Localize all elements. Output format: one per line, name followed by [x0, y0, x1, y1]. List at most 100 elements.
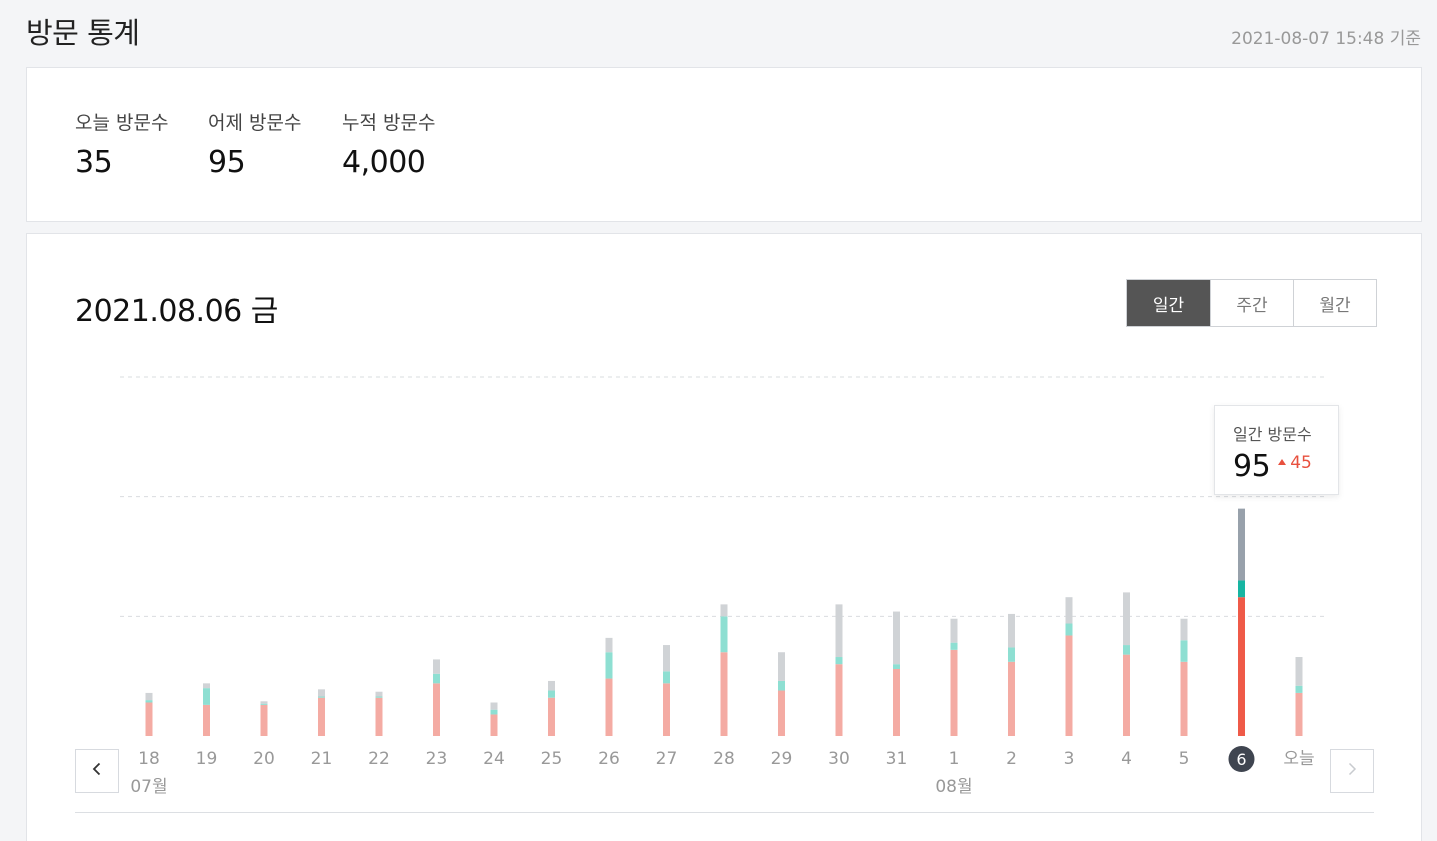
bar-segment-red: [1065, 635, 1073, 736]
bar-segment-teal: [720, 616, 728, 653]
bar-segment-gray: [548, 680, 555, 691]
bar-segment-gray: [1295, 657, 1303, 686]
bar-segment-teal: [893, 664, 900, 669]
bar-segment-gray: [203, 683, 210, 689]
tooltip-label: 일간 방문수: [1233, 425, 1312, 444]
bar-segment-teal: [145, 700, 153, 703]
bar-segment-red: [893, 668, 900, 736]
bar-segment-gray: [1238, 508, 1245, 581]
bar-segment-red: [1180, 661, 1188, 736]
x-tick-label: 24: [483, 749, 505, 769]
x-tick-label: 1: [949, 749, 960, 769]
bar-segment-gray: [950, 618, 958, 643]
x-tick-label: 5: [1179, 749, 1190, 769]
next-period-button[interactable]: [1330, 749, 1374, 793]
page-title: 방문 통계: [26, 16, 140, 50]
x-tick-label: 30: [828, 749, 850, 769]
bar-segment-red: [318, 697, 325, 736]
stat-yesterday-value: 95: [208, 145, 246, 180]
bar-segment-red: [1008, 661, 1015, 736]
bar-segment-gray: [145, 692, 153, 701]
bar-segment-red: [260, 704, 268, 736]
x-tick-label: 2: [1006, 749, 1017, 769]
bar-segment-red: [145, 702, 153, 736]
x-tick-label: 29: [771, 749, 793, 769]
bar-segment-gray: [1180, 618, 1188, 641]
bar-segment-teal: [835, 657, 843, 665]
stat-total-label: 누적 방문수: [342, 112, 436, 134]
bar-segment-red: [375, 697, 383, 736]
stat-total-value: 4,000: [342, 145, 426, 180]
bar-segment-teal: [1123, 645, 1130, 655]
bar-segment-red: [490, 714, 498, 736]
stat-yesterday-label: 어제 방문수: [208, 112, 302, 134]
bar-segment-teal: [1065, 623, 1073, 636]
bar-segment-teal: [490, 709, 498, 715]
stat-total: 누적 방문수 4,000: [342, 108, 435, 180]
bar-segment-gray: [1123, 592, 1130, 646]
bar-segment-gray: [433, 659, 440, 674]
stat-today: 오늘 방문수 35: [75, 108, 168, 180]
bar-segment-gray: [318, 689, 325, 697]
bar-segment-red: [433, 683, 440, 736]
bar-segment-teal: [663, 671, 670, 684]
bar-segment-teal: [950, 642, 958, 650]
bar-segment-teal: [375, 696, 383, 698]
x-tick-label: 21: [311, 749, 333, 769]
bar-segment-teal: [548, 690, 555, 698]
chevron-left-icon: [89, 761, 105, 781]
tooltip-change: 45: [1278, 453, 1312, 473]
prev-period-button[interactable]: [75, 749, 119, 793]
triangle-up-icon: [1278, 459, 1287, 465]
bar-segment-red: [663, 683, 670, 736]
bar-segment-teal: [318, 696, 325, 698]
chevron-right-icon: [1344, 761, 1360, 781]
bar-segment-teal: [260, 703, 268, 705]
bar-segment-teal: [1008, 647, 1015, 662]
month-label: 07월: [130, 777, 167, 797]
bar-segment-teal: [1295, 685, 1303, 693]
bar-segment-red: [548, 697, 555, 736]
x-tick-label: 3: [1064, 749, 1075, 769]
stat-today-label: 오늘 방문수: [75, 112, 169, 134]
bar-segment-gray: [260, 701, 268, 704]
bar-segment-gray: [663, 645, 670, 672]
x-tick-label: 27: [656, 749, 678, 769]
bar-segment-gray: [375, 691, 383, 697]
bar-segment-gray: [835, 604, 843, 658]
bar-segment-teal: [433, 673, 440, 684]
bar-segment-gray: [605, 637, 613, 653]
last-updated-timestamp: 2021-08-07 15:48 기준: [1231, 29, 1421, 49]
x-tick-label: 19: [196, 749, 218, 769]
bar-segment-teal: [1238, 580, 1245, 598]
bar-segment-gray: [1008, 613, 1015, 648]
bar-segment-teal: [203, 688, 210, 705]
x-tick-label: 25: [541, 749, 563, 769]
bar-segment-red: [605, 678, 613, 736]
bar-segment-red: [720, 652, 728, 736]
tooltip-value: 95: [1233, 449, 1271, 484]
stat-yesterday: 어제 방문수 95: [208, 108, 301, 180]
chart-bottom-divider: [75, 812, 1374, 813]
bar-segment-red: [950, 649, 958, 736]
chart-card: 2021.08.06 금 일간 주간 월간 18 19 20 21 22 23 24 25 26…: [26, 233, 1422, 841]
bar-segment-gray: [720, 604, 728, 617]
x-tick-label: 22: [368, 749, 390, 769]
tooltip-change-value: 45: [1290, 453, 1312, 473]
summary-card: 오늘 방문수 35 어제 방문수 95 누적 방문수 4,000: [26, 67, 1422, 222]
month-label: 08월: [935, 777, 972, 797]
chart-tooltip: 일간 방문수 95 45: [1214, 405, 1339, 495]
bar-segment-gray: [778, 652, 785, 681]
x-tick-label: 18: [138, 749, 160, 769]
bar-segment-teal: [1180, 640, 1188, 662]
x-tick-label-selected: 6: [1236, 750, 1246, 769]
daily-visits-chart: 18 19 20 21 22 23 24 25 26 27 28 29 30 31 1 2 3 4 5 6 오늘07월 0…: [120, 376, 1327, 797]
x-tick-label: 31: [886, 749, 908, 769]
x-tick-label: 오늘: [1283, 749, 1314, 769]
bar-segment-red: [203, 704, 210, 736]
x-tick-label: 23: [426, 749, 448, 769]
x-tick-label: 4: [1121, 749, 1132, 769]
stat-today-value: 35: [75, 145, 113, 180]
bar-segment-red: [1238, 597, 1245, 736]
x-tick-label: 28: [713, 749, 735, 769]
